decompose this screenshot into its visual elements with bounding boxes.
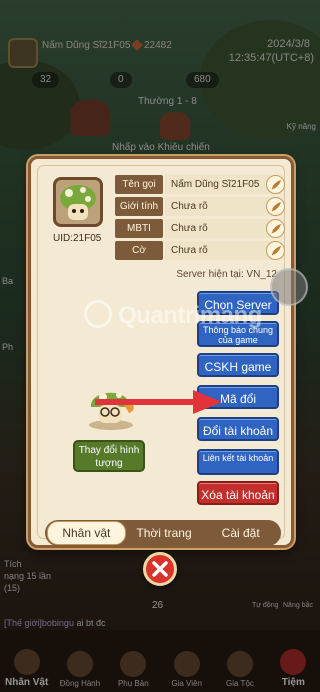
change-appearance-button[interactable]: Thay đổi hình tượng bbox=[73, 440, 145, 472]
delete-account-button[interactable]: Xóa tài khoản bbox=[197, 481, 279, 505]
edit-name-button[interactable] bbox=[266, 175, 285, 194]
edit-gender-button[interactable] bbox=[266, 197, 285, 216]
feather-edit-icon bbox=[271, 224, 281, 234]
tab-character[interactable]: Nhân vật bbox=[47, 521, 126, 545]
field-label: Cờ bbox=[115, 241, 163, 260]
edit-flag-button[interactable] bbox=[266, 241, 285, 260]
profile-gender-row: Giới tính Chưa rõ bbox=[115, 197, 285, 216]
link-account-button[interactable]: Liên kết tài khoản bbox=[197, 449, 279, 475]
profile-uid: UID:21F05 bbox=[53, 233, 102, 244]
profile-portrait[interactable] bbox=[53, 177, 103, 227]
field-label: MBTI bbox=[115, 219, 163, 238]
feather-edit-icon bbox=[271, 246, 281, 256]
profile-flag-row: Cờ Chưa rõ bbox=[115, 241, 285, 260]
tab-settings[interactable]: Cài đặt bbox=[202, 522, 279, 544]
profile-mbti-row: MBTI Chưa rõ bbox=[115, 219, 285, 238]
feather-edit-icon bbox=[271, 180, 281, 190]
red-arrow-annotation bbox=[95, 390, 222, 414]
customer-support-button[interactable]: CSKH game bbox=[197, 353, 279, 377]
close-dialog-button[interactable] bbox=[143, 552, 177, 586]
floating-assistive-button[interactable] bbox=[270, 268, 308, 306]
tab-fashion[interactable]: Thời trang bbox=[126, 522, 203, 544]
feather-edit-icon bbox=[271, 202, 281, 212]
profile-dialog: UID:21F05 Tên gọi Nấm Dũng Sĩ21F05 Giới … bbox=[28, 156, 294, 548]
close-icon bbox=[152, 561, 168, 577]
current-server-label: Server hiện tại: VN_12 bbox=[176, 269, 277, 280]
watermark-logo-icon bbox=[84, 300, 112, 328]
field-label: Giới tính bbox=[115, 197, 163, 216]
mushroom-avatar-icon bbox=[60, 185, 96, 220]
switch-account-button[interactable]: Đổi tài khoản bbox=[197, 417, 279, 441]
field-label: Tên gọi bbox=[115, 175, 163, 194]
profile-name-row: Tên gọi Nấm Dũng Sĩ21F05 bbox=[115, 175, 285, 194]
edit-mbti-button[interactable] bbox=[266, 219, 285, 238]
profile-tabs: Nhân vật Thời trang Cài đặt bbox=[45, 520, 281, 546]
watermark-text: Quantrimang bbox=[118, 302, 262, 329]
